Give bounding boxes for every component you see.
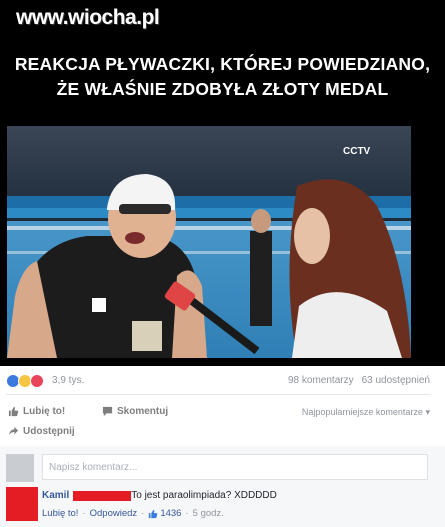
comment-icon	[102, 406, 113, 417]
share-arrow-icon	[8, 426, 19, 436]
comment-input[interactable]: Napisz komentarz...	[42, 454, 428, 480]
thumbs-up-icon	[149, 509, 158, 518]
post-stats-row: 3,9 tys. 98 komentarzy 63 udostępnień	[6, 372, 430, 390]
comment-like-count-value: 1436	[160, 508, 182, 519]
shares-count-link[interactable]: 63 udostępnień	[362, 375, 430, 386]
meta-separator: ·	[82, 508, 86, 519]
comment-author[interactable]: Kamil	[42, 490, 69, 501]
stats-divider	[6, 394, 430, 395]
like-button-label: Lubię to!	[23, 406, 66, 417]
comment-item: Kamil To jest paraolimpiada? XDDDDD Lubi…	[0, 485, 445, 527]
post-actions-bar: Lubię to! Skomentuj Udostępnij Najpopula…	[6, 402, 430, 442]
comment-timestamp[interactable]: 5 godz.	[193, 508, 224, 519]
meme-image: www.wiocha.pl REAKCJA PŁYWACZKI, KTÓREJ …	[0, 0, 445, 366]
meta-separator: ·	[141, 508, 145, 519]
chevron-down-icon: ▾	[425, 407, 430, 417]
sort-label: Najpopularniejsze komentarze	[301, 407, 423, 417]
commenter-avatar[interactable]	[6, 487, 38, 521]
swimmer-interview-photo: CCTV	[7, 126, 411, 358]
comment-like-link[interactable]: Lubię to!	[42, 508, 78, 519]
svg-text:CCTV: CCTV	[343, 146, 371, 157]
comment-button[interactable]: Skomentuj	[102, 406, 168, 417]
thumbs-up-icon	[8, 406, 19, 417]
meta-separator: ·	[185, 508, 189, 519]
comment-meta: Lubię to! · Odpowiedz · 1436 · 5 godz.	[42, 508, 224, 519]
meme-caption-line-1: REAKCJA PŁYWACZKI, KTÓREJ POWIEDZIANO,	[14, 54, 431, 74]
reactions-count[interactable]: 3,9 tys.	[52, 375, 84, 386]
meme-caption-line-2: ŻE WŁAŚNIE ZDOBYŁA ZŁOTY MEDAL	[56, 79, 389, 99]
love-reaction-icon	[30, 374, 44, 388]
redacted-name-bar	[73, 490, 132, 501]
comments-count-link[interactable]: 98 komentarzy	[288, 375, 354, 386]
facebook-post-panel: 3,9 tys. 98 komentarzy 63 udostępnień Lu…	[0, 366, 445, 527]
share-button-label: Udostępnij	[23, 426, 75, 437]
like-button[interactable]: Lubię to!	[8, 406, 65, 417]
comment-sort-dropdown[interactable]: Najpopularniejsze komentarze ▾	[302, 407, 430, 418]
comment-like-count[interactable]: 1436	[148, 508, 181, 519]
comment-composer: Napisz komentarz...	[0, 446, 445, 488]
comment-text: To jest paraolimpiada? XDDDDD	[131, 490, 277, 501]
current-user-avatar	[6, 454, 34, 482]
comment-reply-link[interactable]: Odpowiedz	[90, 508, 138, 519]
comment-button-label: Skomentuj	[117, 406, 169, 417]
site-watermark: www.wiocha.pl	[16, 6, 160, 29]
share-button[interactable]: Udostępnij	[8, 426, 75, 437]
comment-body: Kamil To jest paraolimpiada? XDDDDD	[42, 490, 277, 501]
reaction-icons[interactable]	[6, 374, 44, 388]
